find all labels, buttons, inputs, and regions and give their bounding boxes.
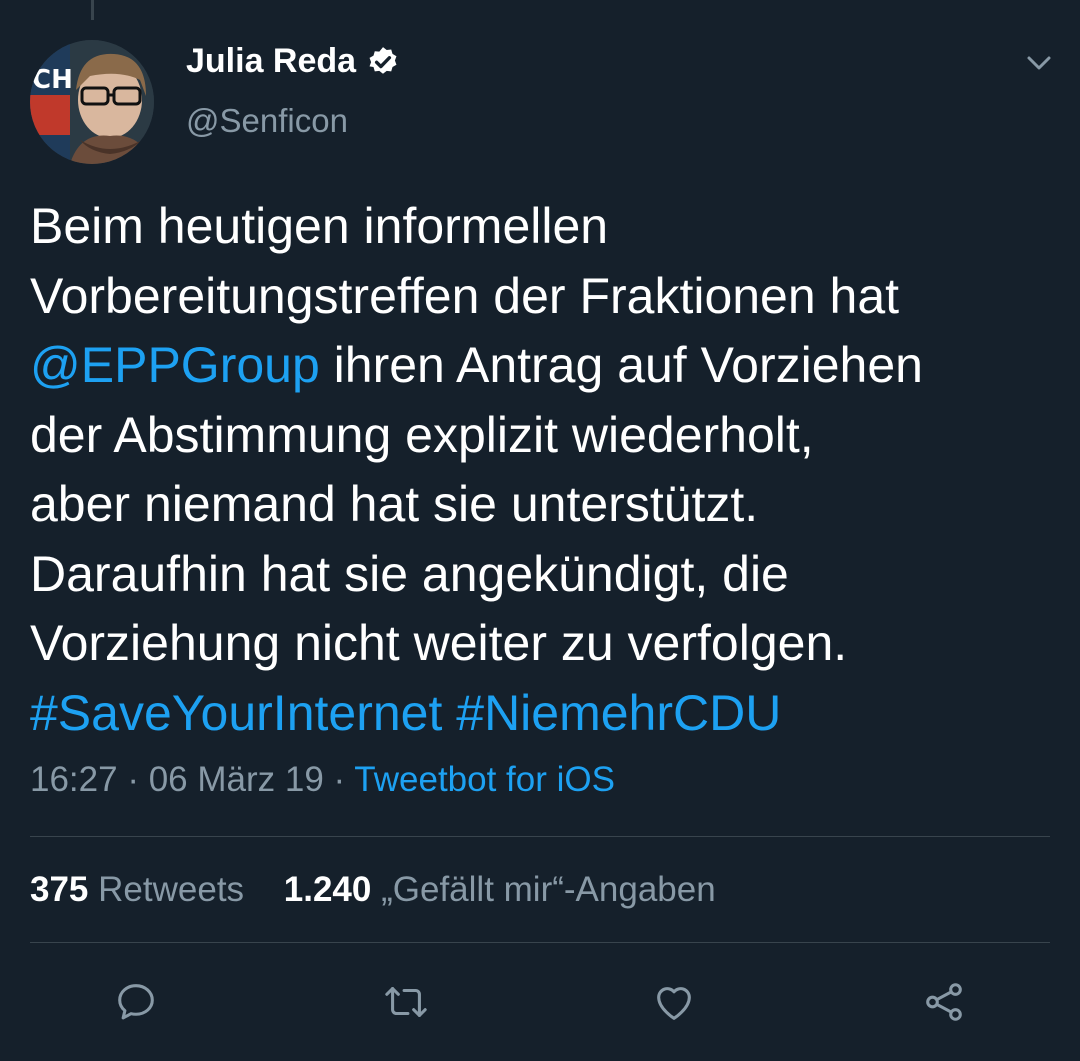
likes-label: „Gefällt mir“-Angaben	[381, 870, 716, 909]
tweet-text-segment	[442, 685, 456, 741]
tweet-text-line: Beim heutigen informellen	[30, 192, 1040, 262]
tweet-text-segment: der Abstimmung explizit wiederholt,	[30, 406, 814, 463]
tweet-text-line: Daraufhin hat sie angekündigt, die	[30, 540, 1040, 610]
hashtag-link[interactable]: #SaveYourInternet	[30, 685, 442, 741]
tweet-text-segment: Vorbereitungstreffen der Fraktionen hat	[30, 267, 900, 324]
retweet-icon	[385, 987, 427, 1017]
tweet-stats: 375 Retweets 1.240 „Gefällt mir“-Angaben	[30, 870, 746, 910]
tweet-text-line: der Abstimmung explizit wiederholt,	[30, 401, 1040, 471]
tweet-text-line: @EPPGroup ihren Antrag auf Vorziehen	[30, 331, 1040, 401]
divider	[30, 942, 1050, 943]
tweet-time: 16:27	[30, 760, 118, 799]
divider	[30, 836, 1050, 837]
avatar[interactable]: CH	[30, 40, 154, 164]
tweet-text-segment: aber niemand hat sie unterstützt.	[30, 476, 759, 532]
tweet-source-link[interactable]: Tweetbot for iOS	[354, 760, 615, 799]
tweet-text-segment: ihren Antrag auf Vorziehen	[319, 337, 923, 393]
meta-separator: ·	[333, 760, 346, 799]
author-name-text[interactable]: Julia Reda	[186, 42, 356, 81]
share-icon	[926, 983, 962, 1021]
tweet-text-segment: Beim heutigen informellen	[30, 198, 609, 254]
likes-stat[interactable]: 1.240 „Gefällt mir“-Angaben	[284, 870, 716, 910]
hashtag-link[interactable]: #NiemehrCDU	[456, 685, 781, 741]
tweet-text-segment: Daraufhin hat sie angekündigt, die	[30, 545, 789, 602]
tweet-text-line: Vorziehung nicht weiter zu verfolgen.	[30, 609, 1040, 679]
like-button[interactable]	[644, 972, 704, 1032]
tweet-text-line: #SaveYourInternet #NiemehrCDU	[30, 679, 1040, 749]
chevron-down-icon[interactable]	[1022, 50, 1056, 76]
avatar-sign-text: CH	[32, 65, 73, 95]
tweet-text-line: Vorbereitungstreffen der Fraktionen hat	[30, 262, 1040, 332]
thread-connector-line	[91, 0, 94, 20]
verified-badge-icon	[369, 46, 397, 74]
meta-separator: ·	[127, 760, 139, 799]
retweets-label: Retweets	[98, 870, 245, 909]
retweets-count: 375	[30, 870, 89, 909]
tweet-date: 06 März 19	[148, 760, 324, 799]
reply-button[interactable]	[106, 972, 166, 1032]
avatar-image: CH	[30, 40, 154, 164]
share-button[interactable]	[914, 972, 974, 1032]
tweet-text: Beim heutigen informellen Vorbereitungstr…	[30, 192, 1040, 748]
tweet-text-line: aber niemand hat sie unterstützt.	[30, 470, 1040, 540]
tweet-actions	[0, 972, 1080, 1032]
mention-link[interactable]: @EPPGroup	[30, 337, 320, 393]
likes-count: 1.240	[283, 870, 372, 909]
retweets-stat[interactable]: 375 Retweets	[30, 870, 244, 910]
tweet-meta: 16:27 · 06 März 19 · Tweetbot for iOS	[30, 760, 615, 800]
reply-icon	[118, 984, 154, 1020]
retweet-button[interactable]	[376, 972, 436, 1032]
author-handle[interactable]: @Senficon	[186, 102, 348, 140]
author-name[interactable]: Julia Reda	[186, 42, 400, 81]
tweet-text-segment: Vorziehung nicht weiter zu verfolgen.	[30, 615, 848, 671]
heart-icon	[657, 987, 691, 1020]
